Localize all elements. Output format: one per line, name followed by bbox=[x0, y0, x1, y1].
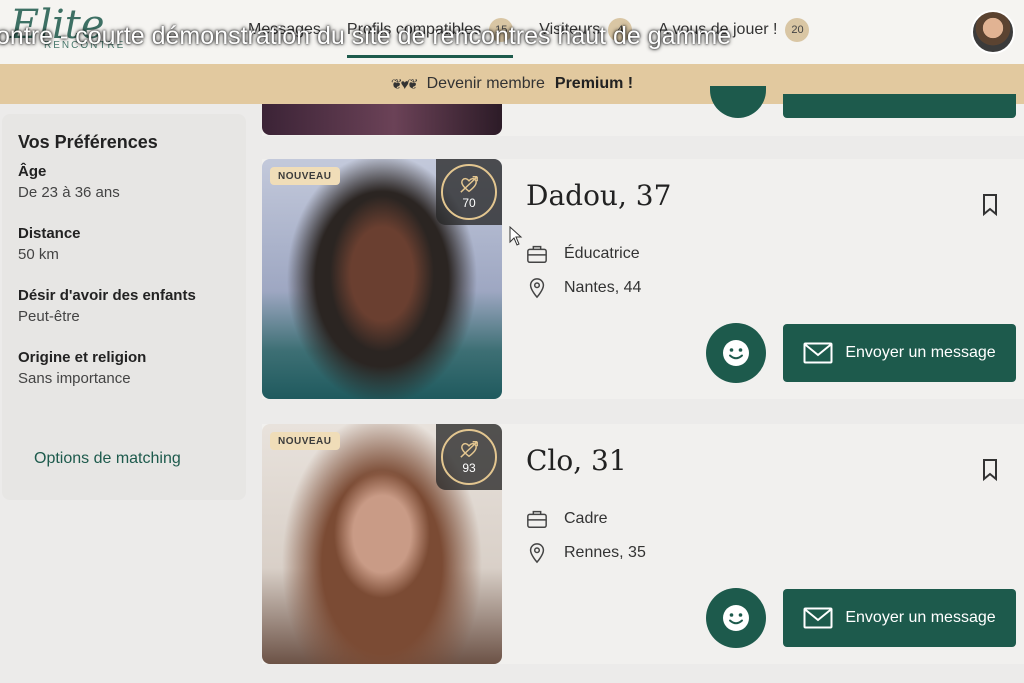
pref-label: Âge bbox=[18, 163, 47, 180]
job-text: Éducatrice bbox=[564, 245, 640, 262]
send-message-button[interactable]: Envoyer un message bbox=[783, 589, 1016, 647]
location-text: Rennes, 35 bbox=[564, 544, 646, 561]
smiley-button[interactable] bbox=[706, 323, 766, 383]
score-ring: 70 bbox=[441, 164, 497, 220]
location-pin-icon bbox=[529, 278, 545, 299]
profile-photo[interactable]: NOUVEAU 93 bbox=[262, 424, 502, 664]
score-ring: 93 bbox=[441, 429, 497, 485]
envelope-icon bbox=[803, 342, 833, 364]
profile-photo[interactable]: NOUVEAU 70 bbox=[262, 159, 502, 399]
pref-label: Origine et religion bbox=[18, 349, 147, 366]
location-row: Rennes, 35 bbox=[526, 542, 646, 564]
bookmark-icon[interactable] bbox=[980, 458, 1000, 482]
job-row: Cadre bbox=[526, 508, 608, 530]
smiley-icon bbox=[723, 605, 749, 631]
pref-origin-religion: Origine et religion Sans importance bbox=[18, 349, 230, 387]
nav-your-turn-badge: 20 bbox=[785, 18, 810, 42]
location-pin-icon bbox=[529, 543, 545, 564]
smiley-button[interactable] bbox=[710, 86, 766, 118]
preferences-title: Vos Préférences bbox=[18, 132, 158, 152]
pref-value: 50 km bbox=[18, 246, 59, 263]
user-avatar[interactable] bbox=[971, 10, 1015, 54]
mouse-cursor-icon bbox=[509, 226, 523, 246]
premium-text: Devenir membre bbox=[426, 75, 545, 92]
laurel-heart-icon: ❦♥❦ bbox=[390, 75, 419, 92]
score-value: 93 bbox=[462, 461, 476, 475]
pref-age: Âge De 23 à 36 ans bbox=[18, 163, 230, 201]
smiley-icon bbox=[723, 340, 749, 366]
video-overlay-title: ontre - courte démonstration du site de … bbox=[0, 22, 732, 50]
pref-label: Distance bbox=[18, 225, 81, 242]
pref-value: Sans importance bbox=[18, 370, 131, 387]
new-badge: NOUVEAU bbox=[270, 167, 340, 185]
preferences-panel: Vos Préférences Âge De 23 à 36 ans Dista… bbox=[2, 114, 246, 500]
score-value: 70 bbox=[462, 196, 476, 210]
compatibility-score: 70 bbox=[436, 159, 502, 225]
pref-children: Désir d'avoir des enfants Peut-être bbox=[18, 287, 230, 325]
profile-card: NOUVEAU 93 Clo, 31 Cadre Rennes, 35 Envo… bbox=[262, 424, 1024, 664]
profile-photo[interactable] bbox=[262, 104, 502, 135]
job-text: Cadre bbox=[564, 510, 608, 527]
job-row: Éducatrice bbox=[526, 243, 640, 265]
location-text: Nantes, 44 bbox=[564, 279, 642, 296]
send-message-label: Envoyer un message bbox=[845, 344, 996, 361]
matching-options-link[interactable]: Options de matching bbox=[34, 450, 181, 468]
send-message-button[interactable]: Envoyer un message bbox=[783, 324, 1016, 382]
heart-arrow-icon bbox=[460, 441, 478, 458]
profile-name[interactable]: Dadou, 37 bbox=[526, 179, 671, 212]
location-row: Nantes, 44 bbox=[526, 277, 641, 299]
pref-value: De 23 à 36 ans bbox=[18, 184, 120, 201]
send-message-label: Envoyer un message bbox=[845, 609, 996, 626]
envelope-icon bbox=[803, 607, 833, 629]
premium-strong: Premium ! bbox=[554, 75, 634, 92]
profile-name[interactable]: Clo, 31 bbox=[526, 444, 627, 477]
briefcase-icon bbox=[527, 245, 547, 263]
send-message-button[interactable] bbox=[783, 94, 1016, 118]
top-header: Elite RENCONTRE Messages Profils compati… bbox=[0, 0, 1024, 64]
new-badge: NOUVEAU bbox=[270, 432, 340, 450]
smiley-button[interactable] bbox=[706, 588, 766, 648]
pref-distance: Distance 50 km bbox=[18, 225, 230, 263]
briefcase-icon bbox=[527, 510, 547, 528]
profile-card-previous bbox=[262, 86, 1024, 136]
heart-arrow-icon bbox=[460, 176, 478, 193]
pref-value: Peut-être bbox=[18, 308, 80, 325]
compatibility-score: 93 bbox=[436, 424, 502, 490]
profile-card: NOUVEAU 70 Dadou, 37 Éducatrice Nantes, … bbox=[262, 159, 1024, 399]
pref-label: Désir d'avoir des enfants bbox=[18, 287, 196, 304]
bookmark-icon[interactable] bbox=[980, 193, 1000, 217]
